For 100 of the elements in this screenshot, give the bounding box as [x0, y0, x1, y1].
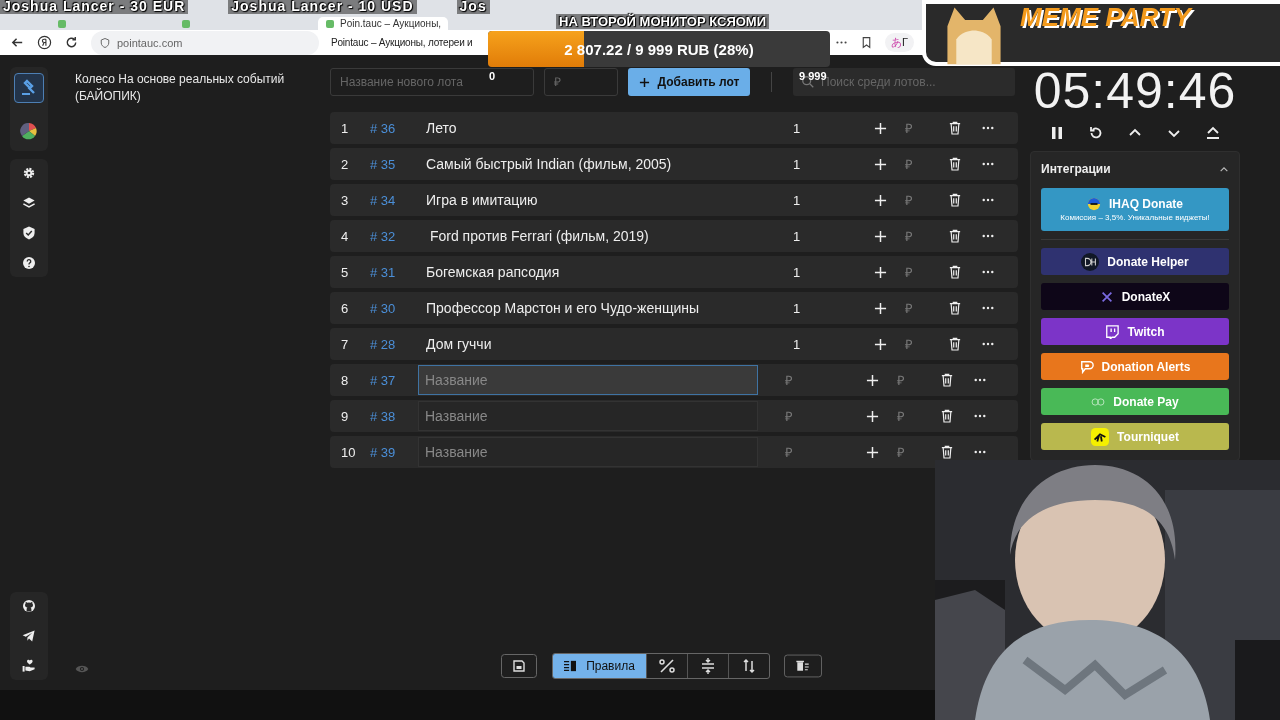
- add-icon[interactable]: [874, 301, 887, 315]
- overlay-counter: 0: [489, 70, 496, 82]
- lot-index: 1: [340, 120, 350, 136]
- integration-button[interactable]: Donate Helper: [1041, 248, 1229, 275]
- add-icon[interactable]: [866, 409, 879, 423]
- lot-name-field[interactable]: Название: [418, 401, 758, 431]
- lot-id: # 31: [369, 264, 397, 280]
- trash-icon[interactable]: [949, 301, 961, 315]
- trash-icon[interactable]: [941, 373, 953, 387]
- browser-logo-icon[interactable]: [37, 35, 52, 50]
- add-icon[interactable]: [866, 373, 879, 387]
- more-icon[interactable]: [982, 306, 994, 310]
- lot-name[interactable]: Ford против Ferrari (фильм, 2019): [418, 228, 766, 244]
- lot-id: # 39: [369, 444, 397, 460]
- donation-alert-text: Joshua Lancer - 10 USD: [228, 0, 417, 14]
- page-title: Pointauc – Аукционы, лотереи и: [331, 37, 474, 48]
- lot-id: # 37: [369, 372, 397, 388]
- donation-alert-text: Jos: [456, 0, 490, 14]
- integration-button[interactable]: Twitch: [1041, 318, 1229, 345]
- lot-index: 4: [340, 228, 350, 244]
- lot-amount[interactable]: 1: [766, 300, 873, 316]
- trash-icon[interactable]: [949, 337, 961, 351]
- gavel-icon[interactable]: [14, 73, 44, 103]
- lot-index: 10: [340, 444, 357, 460]
- donate-hand-icon[interactable]: [21, 658, 37, 674]
- lot-name-field[interactable]: Название: [418, 437, 758, 467]
- save-icon[interactable]: [500, 654, 538, 678]
- more-icon[interactable]: [982, 126, 994, 130]
- lot-index: 7: [340, 336, 350, 352]
- clear-list-icon[interactable]: [784, 654, 822, 678]
- shield-check-icon[interactable]: [21, 225, 37, 241]
- logo-icon: [1091, 427, 1110, 446]
- lot-index: 6: [340, 300, 350, 316]
- chevron-icon[interactable]: [1219, 165, 1229, 173]
- trash-icon[interactable]: [949, 265, 961, 279]
- lot-name[interactable]: Самый быстрый Indian (фильм, 2005): [418, 156, 766, 172]
- add-icon[interactable]: [874, 121, 887, 135]
- lot-name[interactable]: Игра в имитацию: [418, 192, 766, 208]
- more-icon[interactable]: [982, 162, 994, 166]
- address-bar[interactable]: pointauc.com: [91, 30, 319, 55]
- add-icon[interactable]: [874, 229, 887, 243]
- more-icon[interactable]: [974, 378, 986, 382]
- logo-icon: [1099, 289, 1114, 304]
- lot-id: # 36: [369, 120, 397, 136]
- layers-icon[interactable]: [21, 195, 37, 211]
- plus-icon: [638, 76, 650, 88]
- lot-amount[interactable]: 1: [766, 192, 873, 208]
- logo-icon: [1079, 359, 1094, 374]
- lot-index: 2: [340, 156, 350, 172]
- trash-icon[interactable]: [941, 445, 953, 459]
- bookmark-icon[interactable]: [860, 36, 873, 49]
- lot-name[interactable]: Дом гуччи: [418, 336, 766, 352]
- add-icon[interactable]: [874, 265, 887, 279]
- wheel-title: Колесо На основе реальных событий (БАЙОПИК): [75, 71, 286, 105]
- lot-name[interactable]: Профессор Марстон и его Чудо-женщины: [418, 300, 766, 316]
- lot-name[interactable]: Богемская рапсодия: [418, 264, 766, 280]
- integration-button[interactable]: DonateX: [1041, 283, 1229, 310]
- trash-icon[interactable]: [949, 121, 961, 135]
- trash-icon[interactable]: [949, 157, 961, 171]
- more-icon[interactable]: [982, 234, 994, 238]
- lot-index: 8: [340, 372, 350, 388]
- add-icon[interactable]: [866, 445, 879, 459]
- rules-button[interactable]: Правила: [553, 654, 646, 678]
- lot-amount[interactable]: 1: [766, 156, 873, 172]
- more-icon[interactable]: [982, 198, 994, 202]
- logo-icon: [1081, 252, 1100, 271]
- add-icon[interactable]: [874, 337, 887, 351]
- reload-icon[interactable]: [64, 35, 79, 50]
- logo-icon: [1105, 324, 1120, 339]
- lot-amount-field[interactable]: ₽: [544, 68, 618, 96]
- add-icon[interactable]: [874, 193, 887, 207]
- more-icon[interactable]: [982, 270, 994, 274]
- add-icon[interactable]: [874, 157, 887, 171]
- list-icon: [564, 660, 577, 672]
- settings-icon[interactable]: [21, 165, 37, 181]
- more-icon[interactable]: [974, 450, 986, 454]
- lot-amount[interactable]: 1: [766, 336, 873, 352]
- lot-amount[interactable]: 1: [766, 120, 873, 136]
- telegram-icon[interactable]: [21, 628, 37, 644]
- timer: 05:49:46: [1032, 62, 1238, 121]
- lot-amount[interactable]: 1: [766, 228, 873, 244]
- more-icon[interactable]: [982, 342, 994, 346]
- translate-button[interactable]: あГ: [885, 33, 914, 52]
- banner-title: MEME PARTY: [1020, 2, 1191, 33]
- collapse-icon[interactable]: [1204, 125, 1221, 141]
- lot-id: # 32: [369, 228, 397, 244]
- lot-id: # 35: [369, 156, 397, 172]
- help-icon[interactable]: [21, 255, 37, 271]
- integrations-title: Интеграции: [1041, 162, 1111, 176]
- add-lot-button[interactable]: Добавить лот: [628, 68, 750, 96]
- lot-id: # 38: [369, 408, 397, 424]
- more-icon[interactable]: [974, 414, 986, 418]
- lot-name-field[interactable]: Название: [418, 365, 758, 395]
- lot-name[interactable]: Лето: [418, 120, 766, 136]
- trash-icon[interactable]: [949, 229, 961, 243]
- trash-icon[interactable]: [949, 193, 961, 207]
- github-icon[interactable]: [21, 598, 37, 614]
- browser-tab[interactable]: Poin.tauc – Аукционы,: [318, 17, 448, 30]
- trash-icon[interactable]: [941, 409, 953, 423]
- lot-amount[interactable]: 1: [766, 264, 873, 280]
